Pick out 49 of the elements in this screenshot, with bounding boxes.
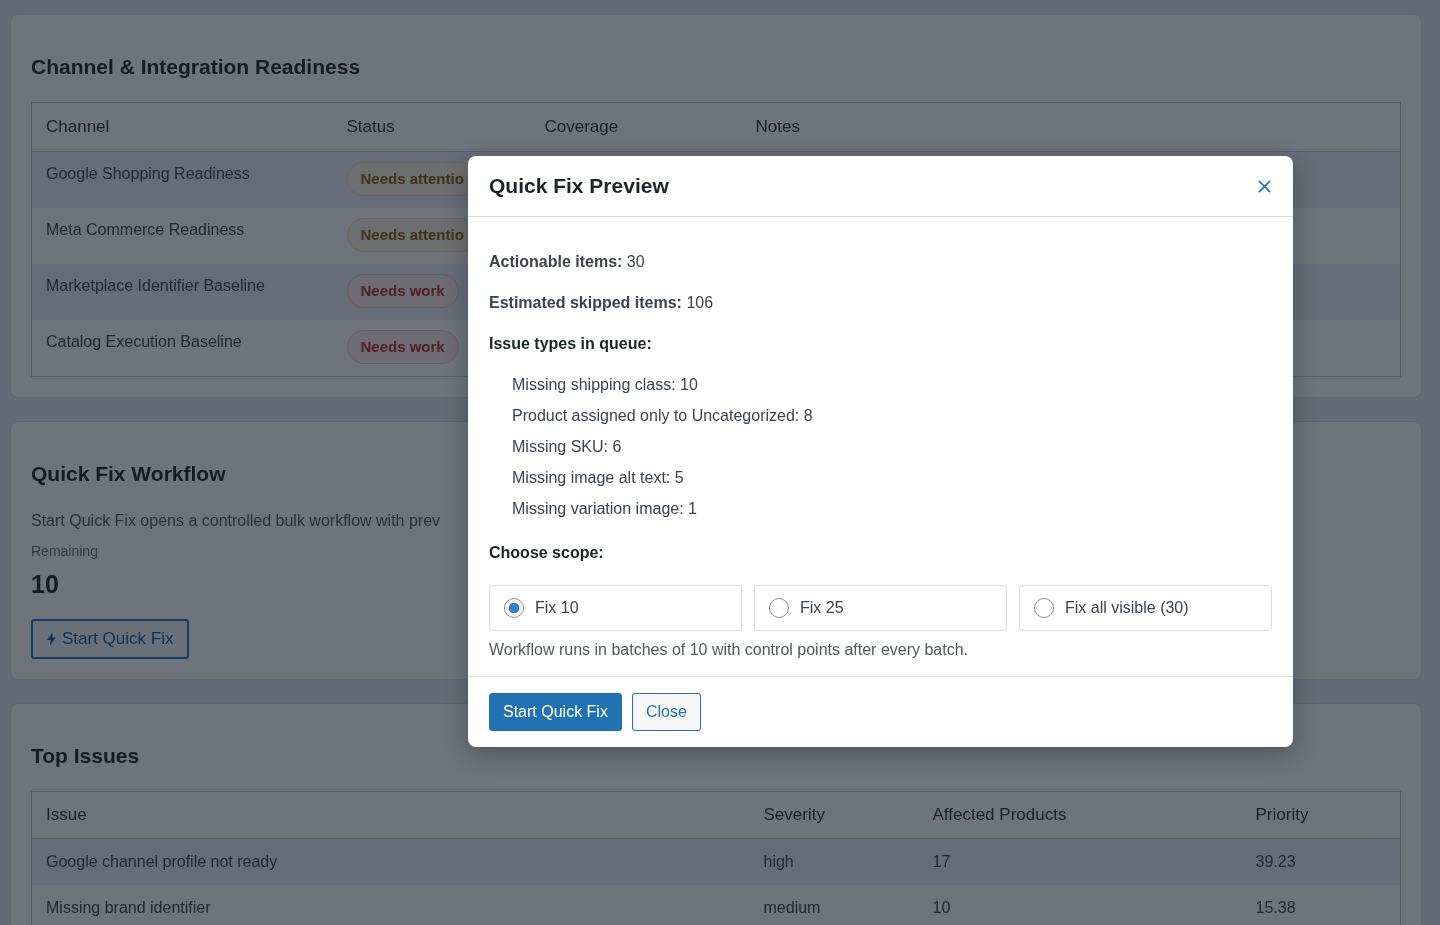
table-cell: Missing brand identifier <box>31 885 750 925</box>
summary-text: Actionable items: 30 <box>489 252 645 272</box>
description-text: Start Quick Fix opens a controlled bulk workflow with prev <box>31 511 441 531</box>
issue-type-item: Missing image alt text: 5 <box>512 468 684 488</box>
column-header: Notes <box>741 102 1401 152</box>
table-cell: Catalog Execution Baseline <box>31 320 333 377</box>
table-cell: 17 <box>918 838 1242 885</box>
column-header: Severity <box>749 791 919 839</box>
issue-type-item: Missing shipping class: 10 <box>512 375 698 395</box>
close-button[interactable]: Close <box>631 693 701 731</box>
status-badge: Needs work <box>346 330 459 364</box>
section-title: Quick Fix Workflow <box>31 461 226 487</box>
column-header: Status <box>332 102 531 152</box>
table-cell: 15.38 <box>1241 885 1401 925</box>
close-icon[interactable] <box>1258 179 1271 193</box>
radio-button[interactable] <box>1034 598 1054 618</box>
summary-text: Estimated skipped items: 106 <box>489 293 714 313</box>
column-header: Coverage <box>530 102 742 152</box>
issue-type-item: Missing SKU: 6 <box>512 437 622 457</box>
start-quick-fix-button[interactable]: Start Quick Fix <box>489 693 622 731</box>
radio-button[interactable] <box>504 598 524 618</box>
issue-types-heading: Issue types in queue: <box>489 334 652 354</box>
remaining-label: Remaining <box>31 542 98 561</box>
table-cell: 39.23 <box>1241 838 1401 885</box>
table-cell: 10 <box>918 885 1242 925</box>
table-cell: Marketplace Identifier Baseline <box>31 264 333 320</box>
radio-button[interactable] <box>769 598 789 618</box>
scope-heading: Choose scope: <box>489 543 604 563</box>
table-cell: Meta Commerce Readiness <box>31 208 333 264</box>
issue-type-item: Product assigned only to Uncategorized: 8 <box>512 406 813 426</box>
section-title: Channel & Integration Readiness <box>31 54 361 80</box>
lightning-icon <box>47 632 56 646</box>
column-header: Affected Products <box>918 791 1242 839</box>
table-cell: Google Shopping Readiness <box>31 151 333 208</box>
column-header: Channel <box>31 102 333 152</box>
scope-note: Workflow runs in batches of 10 with control points after every batch. <box>489 640 969 660</box>
scope-option[interactable]: Fix all visible (30) <box>1019 585 1272 631</box>
section-title: Top Issues <box>31 743 140 769</box>
table-cell: Google channel profile not ready <box>31 838 750 885</box>
column-header: Issue <box>31 791 750 839</box>
table-cell: medium <box>749 885 919 925</box>
column-header: Priority <box>1241 791 1401 839</box>
scope-option[interactable]: Fix 10 <box>489 585 742 631</box>
status-badge: Needs work <box>346 274 459 308</box>
modal-title: Quick Fix Preview <box>489 173 669 199</box>
remaining-count: 10 <box>31 569 59 600</box>
issue-type-item: Missing variation image: 1 <box>512 499 697 519</box>
table-cell: high <box>749 838 919 885</box>
scope-option[interactable]: Fix 25 <box>754 585 1007 631</box>
